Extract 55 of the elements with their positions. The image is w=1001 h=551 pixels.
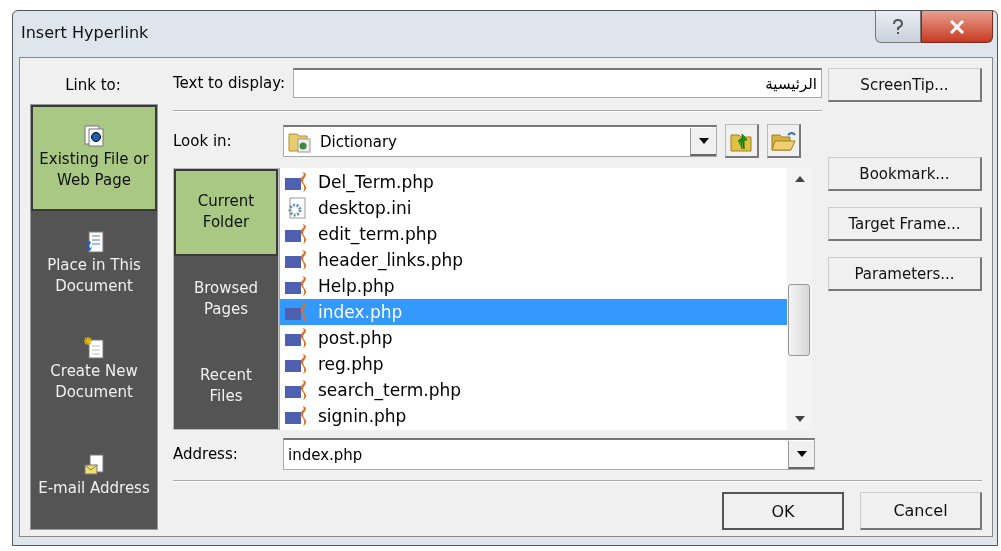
scroll-down-icon[interactable]	[794, 416, 805, 422]
link-type-label: E-mail Address	[38, 477, 150, 499]
folder-view-tab[interactable]: Current Folder	[174, 169, 278, 256]
file-item[interactable]: edit_term.php	[280, 221, 787, 247]
file-item[interactable]: desktop.ini	[280, 195, 787, 221]
scroll-thumb[interactable]	[788, 284, 810, 356]
ok-button[interactable]: OK	[722, 492, 844, 530]
caret-icon	[698, 137, 709, 144]
file-item[interactable]: signin.php	[280, 403, 787, 429]
dialog-button[interactable]: ScreenTip...	[828, 68, 982, 102]
document-arrow-icon	[84, 231, 104, 253]
cancel-button[interactable]: Cancel	[860, 492, 982, 530]
close-button[interactable]	[921, 11, 993, 43]
folder-view-tab[interactable]: Browsed Pages	[174, 255, 278, 343]
link-type-label: Place in This Document	[46, 255, 142, 297]
file-item[interactable]: search_term.php	[280, 377, 787, 403]
address-value: index.php	[288, 445, 364, 464]
folder-view-tab[interactable]: Recent Files	[174, 342, 278, 429]
envelope-document-icon	[84, 453, 104, 476]
file-item[interactable]: reg.php	[280, 351, 787, 377]
scroll-up-icon[interactable]	[794, 176, 805, 182]
text-to-display-field[interactable]: الرئيسية	[293, 68, 822, 98]
new-document-icon	[84, 337, 104, 359]
file-item[interactable]: post.php	[280, 325, 787, 351]
text-to-display-label: Text to display:	[173, 74, 286, 92]
link-type-item[interactable]: E-mail Address	[31, 423, 157, 529]
window-title: Insert Hyperlink	[21, 23, 149, 42]
link-type-label: Create New Document	[49, 361, 139, 403]
close-icon	[949, 19, 965, 34]
file-item[interactable]: Del_Term.php	[280, 169, 787, 195]
browse-folder-button[interactable]	[767, 124, 801, 158]
address-label: Address:	[173, 445, 239, 463]
scrollbar[interactable]	[787, 168, 812, 430]
file-item[interactable]: header_links.php	[280, 247, 787, 273]
caret-icon	[796, 450, 807, 457]
look-in-dropdown[interactable]: Dictionary	[283, 125, 717, 157]
look-in-value: Dictionary	[320, 132, 398, 151]
dialog-button[interactable]: Target Frame...	[828, 207, 982, 241]
link-type-item[interactable]: Create New Document	[31, 317, 157, 423]
link-type-item[interactable]: Place in This Document	[31, 211, 157, 317]
link-type-item[interactable]: Existing File or Web Page	[31, 105, 157, 211]
folder-icon	[288, 130, 312, 153]
up-folder-button[interactable]	[725, 124, 759, 158]
link-to-label: Link to:	[64, 76, 122, 94]
dropdown-button[interactable]	[690, 127, 716, 156]
help-icon	[892, 18, 904, 35]
link-type-label: Existing File or Web Page	[38, 149, 150, 191]
open-folder-icon	[770, 129, 797, 152]
dropdown-button[interactable]	[788, 440, 814, 469]
file-item[interactable]: Help.php	[280, 273, 787, 299]
help-button[interactable]	[875, 11, 921, 43]
look-in-label: Look in:	[173, 132, 233, 150]
dialog-button[interactable]: Parameters...	[828, 257, 982, 291]
address-field[interactable]: index.php	[283, 438, 815, 470]
dialog-button[interactable]: Bookmark...	[828, 157, 982, 191]
